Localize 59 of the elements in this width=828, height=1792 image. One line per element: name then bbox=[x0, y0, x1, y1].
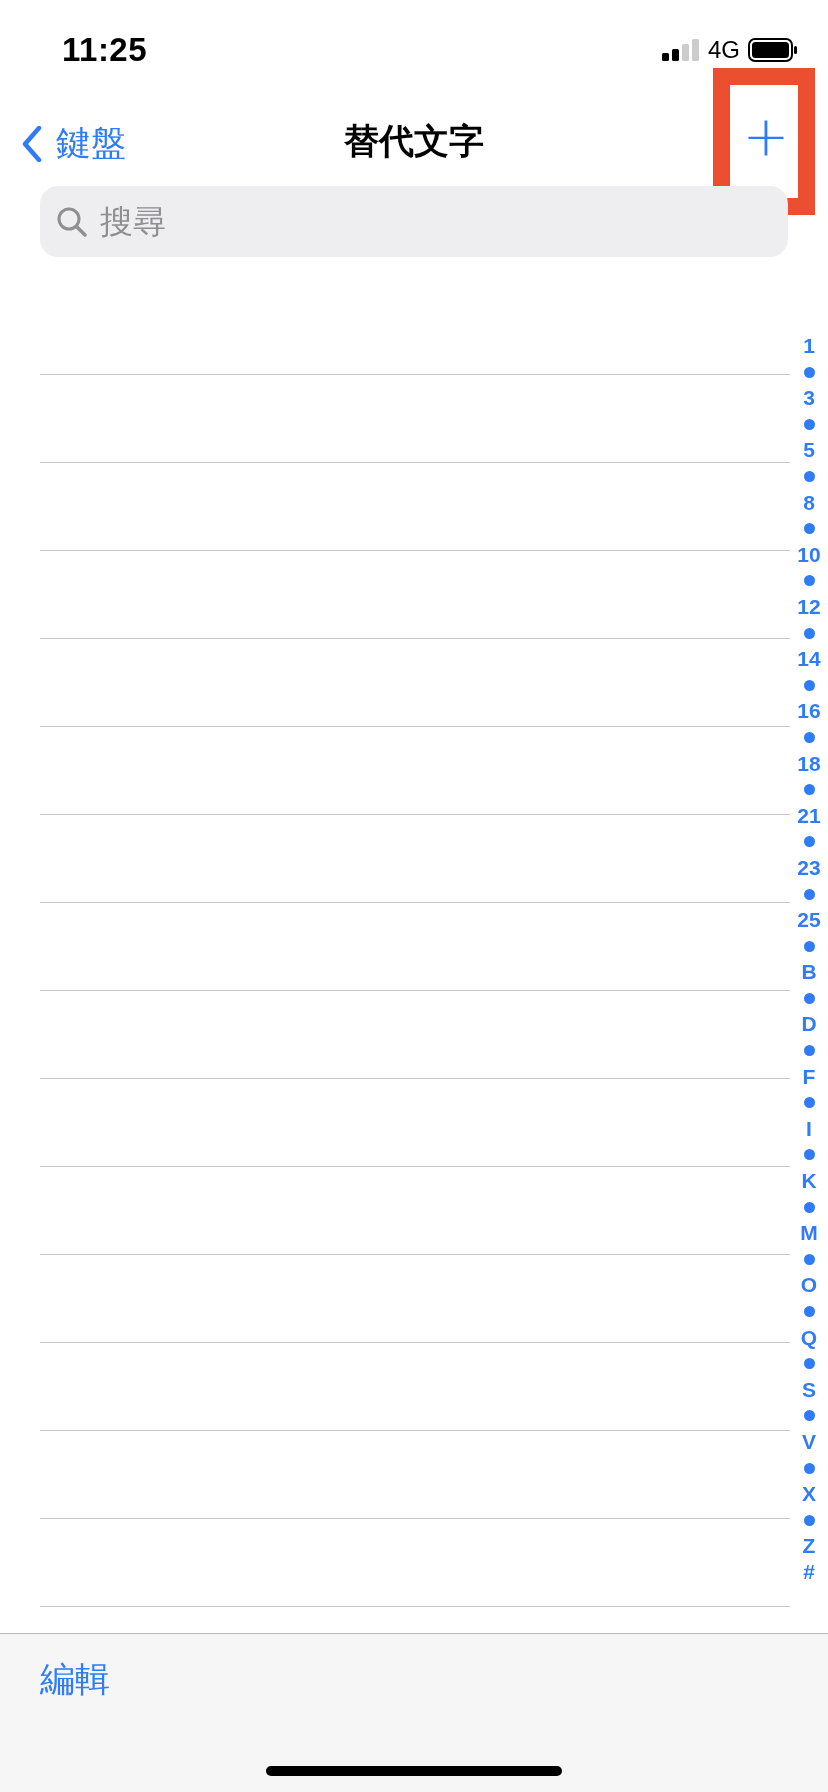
index-letter[interactable]: 1 bbox=[803, 333, 815, 360]
search-icon bbox=[56, 206, 88, 238]
index-letter[interactable]: B bbox=[801, 959, 817, 986]
index-letter[interactable]: F bbox=[802, 1063, 816, 1090]
search-field[interactable]: 搜尋 bbox=[40, 186, 788, 257]
index-letter[interactable]: Q bbox=[800, 1324, 818, 1351]
index-dot-icon bbox=[803, 1045, 815, 1057]
battery-icon bbox=[748, 38, 798, 62]
index-dot-icon bbox=[803, 523, 815, 535]
index-dot-icon bbox=[803, 1358, 815, 1370]
chevron-left-icon bbox=[22, 125, 42, 162]
index-letter[interactable]: 10 bbox=[797, 541, 821, 568]
index-dot-icon bbox=[803, 471, 815, 482]
index-letter[interactable]: 23 bbox=[797, 854, 821, 881]
index-dot-icon bbox=[803, 1514, 815, 1526]
index-dot-icon bbox=[803, 1462, 815, 1474]
index-dot-icon bbox=[803, 1149, 815, 1161]
status-time: 11:25 bbox=[62, 31, 148, 69]
index-dot-icon bbox=[803, 784, 815, 796]
index-dot-icon bbox=[803, 575, 815, 587]
index-letter[interactable]: K bbox=[801, 1168, 817, 1195]
index-dot-icon bbox=[803, 1097, 815, 1109]
index-letter[interactable]: I bbox=[806, 1115, 812, 1142]
index-letter[interactable]: 25 bbox=[797, 907, 821, 934]
index-dot-icon bbox=[803, 1410, 815, 1422]
index-letter[interactable]: 5 bbox=[803, 437, 815, 464]
index-letter[interactable]: 14 bbox=[797, 646, 821, 673]
index-letter[interactable]: O bbox=[800, 1272, 818, 1299]
index-letter[interactable]: 18 bbox=[797, 750, 821, 777]
index-letter[interactable]: S bbox=[802, 1376, 816, 1403]
index-letter[interactable]: 8 bbox=[803, 489, 815, 516]
index-dot-icon bbox=[803, 1201, 815, 1213]
add-button[interactable]: + bbox=[740, 108, 792, 164]
index-letter[interactable]: D bbox=[801, 1011, 817, 1038]
index-dot-icon bbox=[803, 992, 815, 1004]
edit-button[interactable]: 編輯 bbox=[40, 1656, 110, 1703]
back-button[interactable]: 鍵盤 bbox=[22, 120, 126, 167]
index-letter[interactable]: 12 bbox=[797, 594, 821, 620]
index-dot-icon bbox=[803, 731, 815, 743]
index-letter[interactable]: 21 bbox=[797, 802, 821, 829]
index-letter[interactable]: M bbox=[800, 1220, 818, 1247]
index-dot-icon bbox=[803, 940, 815, 952]
network-label: 4G bbox=[708, 36, 740, 64]
index-letter[interactable]: # bbox=[803, 1559, 815, 1586]
index-letter[interactable]: Z bbox=[802, 1533, 816, 1560]
index-letter[interactable]: 16 bbox=[797, 698, 821, 725]
index-dot-icon bbox=[803, 418, 815, 430]
index-dot-icon bbox=[803, 627, 815, 639]
index-dot-icon bbox=[803, 888, 815, 900]
index-dot-icon bbox=[803, 836, 815, 848]
index-letter[interactable]: V bbox=[802, 1429, 816, 1455]
index-dot-icon bbox=[803, 1253, 815, 1265]
index-letter[interactable]: 3 bbox=[803, 385, 815, 412]
index-dot-icon bbox=[803, 1306, 815, 1317]
signal-icon bbox=[662, 39, 700, 61]
index-letter[interactable]: X bbox=[802, 1481, 816, 1508]
index-dot-icon bbox=[803, 679, 815, 691]
index-dot-icon bbox=[803, 366, 815, 378]
nav-title: 替代文字 bbox=[343, 120, 485, 162]
